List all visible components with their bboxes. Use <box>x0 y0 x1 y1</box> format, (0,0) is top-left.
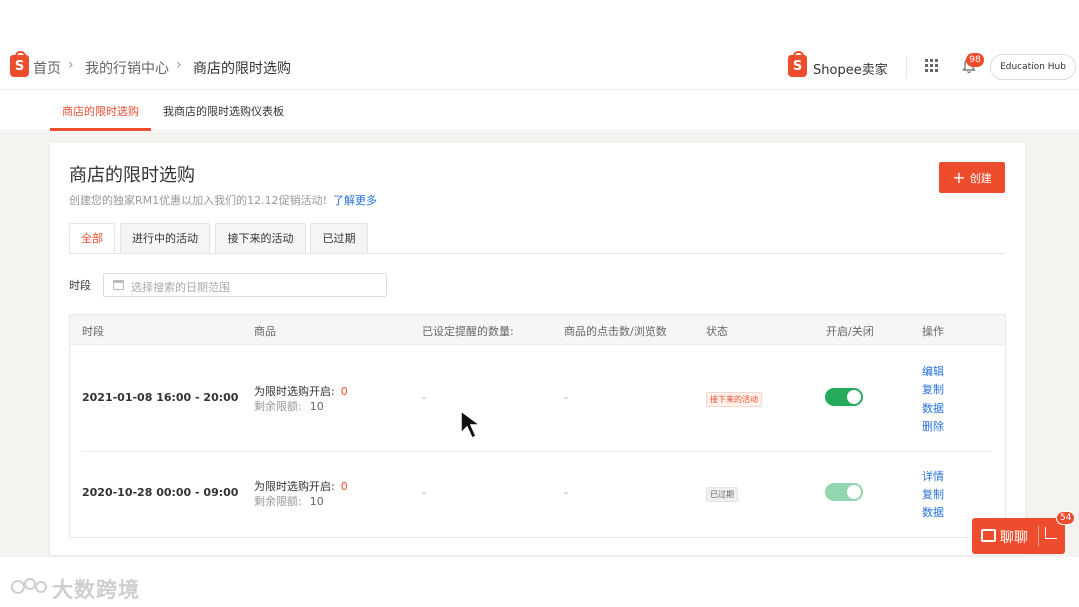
column-header: 开启/关闭 <box>826 325 874 338</box>
row-remaining: 剩余限额: 10 <box>254 493 324 509</box>
chevron-right-icon: › <box>68 57 74 73</box>
edit-link[interactable]: 编辑 <box>922 363 944 379</box>
plus-icon: + <box>952 167 966 187</box>
filter-tab-all[interactable]: 全部 <box>69 223 115 254</box>
row-clicks: - <box>564 486 568 499</box>
seller-brand[interactable]: Shopee卖家 <box>813 59 888 78</box>
flash-sale-card: 商店的限时选购 创建您的独家RM1优惠以加入我们的12.12促销活动! 了解更多 … <box>50 143 1025 555</box>
enabled-label: 为限时选购开启: <box>254 480 335 493</box>
remaining-label: 剩余限额: <box>254 400 302 413</box>
row-period: 2021-01-08 16:00 - 20:00 <box>82 391 239 404</box>
row-reminders: - <box>422 391 426 404</box>
column-header: 操作 <box>922 325 944 338</box>
chat-badge: 54 <box>1056 511 1076 525</box>
row-divider <box>82 451 992 452</box>
toggle-knob <box>847 390 861 404</box>
notification-badge: 98 <box>966 53 984 67</box>
page-title: 商店的限时选购 <box>69 165 195 186</box>
calendar-icon <box>113 280 124 290</box>
learn-more-link[interactable]: 了解更多 <box>333 194 377 207</box>
watermark: 大数跨境 <box>10 571 145 603</box>
remaining-label: 剩余限额: <box>254 495 302 508</box>
row-enabled: 为限时选购开启: 0 <box>254 478 348 494</box>
data-link[interactable]: 数据 <box>922 400 944 416</box>
filter-tab-upcoming[interactable]: 接下来的活动 <box>215 223 306 254</box>
status-badge: 接下来的活动 <box>706 392 762 407</box>
sub-navigation: 商店的限时选购 我商店的限时选购仪表板 <box>0 91 1079 131</box>
column-header: 商品 <box>254 325 276 338</box>
promo-description: 创建您的独家RM1优惠以加入我们的12.12促销活动! <box>69 194 328 207</box>
column-header: 时段 <box>82 325 104 338</box>
expand-icon[interactable] <box>1045 527 1057 539</box>
chat-label: 聊聊 <box>1000 530 1028 546</box>
breadcrumb-current: 商店的限时选购 <box>193 61 291 77</box>
delete-link[interactable]: 删除 <box>922 418 944 434</box>
column-header: 商品的点击数/浏览数 <box>564 325 667 338</box>
shopee-seller-logo-icon[interactable]: S <box>788 51 807 77</box>
create-button[interactable]: + 创建 <box>939 162 1005 193</box>
tab-flash-sale-dashboard[interactable]: 我商店的限时选购仪表板 <box>163 103 284 119</box>
row-reminders: - <box>422 486 426 499</box>
remaining-count: 10 <box>309 495 324 508</box>
filter-tab-expired[interactable]: 已过期 <box>310 223 368 254</box>
promo-text: 创建您的独家RM1优惠以加入我们的12.12促销活动! 了解更多 <box>69 192 377 208</box>
details-link[interactable]: 详情 <box>922 468 944 484</box>
mouse-cursor-icon <box>460 409 483 440</box>
enabled-count: 0 <box>340 385 348 398</box>
date-range-input[interactable]: 选择搜索的日期范围 <box>103 273 387 297</box>
education-hub-button[interactable]: Education Hub <box>990 54 1076 80</box>
tab-flash-sale[interactable]: 商店的限时选购 <box>62 103 139 119</box>
watermark-logo-icon <box>11 578 47 594</box>
row-enabled: 为限时选购开启: 0 <box>254 383 348 399</box>
top-header: S 首页 › 我的行销中心 › 商店的限时选购 S Shopee卖家 98 Ed… <box>0 44 1079 90</box>
breadcrumb-marketing[interactable]: 我的行销中心 <box>85 58 169 78</box>
remaining-count: 10 <box>309 400 324 413</box>
row-remaining: 剩余限额: 10 <box>254 398 324 414</box>
divider <box>1038 526 1039 546</box>
active-tab-indicator <box>50 128 151 131</box>
watermark-text: 大数跨境 <box>52 578 140 602</box>
chevron-right-icon: › <box>176 57 182 73</box>
date-range-placeholder: 选择搜索的日期范围 <box>131 281 230 294</box>
breadcrumb-home[interactable]: 首页 <box>33 58 61 78</box>
data-link[interactable]: 数据 <box>922 504 944 520</box>
status-badge: 已过期 <box>706 487 738 502</box>
table-header: 时段 商品 已设定提醒的数量: 商品的点击数/浏览数 状态 开启/关闭 操作 <box>70 315 1005 345</box>
create-label: 创建 <box>969 171 992 185</box>
row-clicks: - <box>564 391 568 404</box>
row-period: 2020-10-28 00:00 - 09:00 <box>82 486 239 499</box>
enabled-count: 0 <box>340 480 348 493</box>
chat-bubble-icon <box>981 529 996 542</box>
apps-grid-icon[interactable] <box>925 59 939 73</box>
copy-link[interactable]: 复制 <box>922 381 944 397</box>
column-header: 状态 <box>706 325 728 338</box>
divider <box>906 56 907 78</box>
column-header: 已设定提醒的数量: <box>422 325 514 338</box>
flash-sale-table: 时段 商品 已设定提醒的数量: 商品的点击数/浏览数 状态 开启/关闭 操作 2… <box>69 314 1006 538</box>
toggle-knob <box>847 485 861 499</box>
copy-link[interactable]: 复制 <box>922 486 944 502</box>
period-label: 时段 <box>69 279 91 292</box>
enable-toggle[interactable] <box>825 388 863 406</box>
chat-button[interactable]: 聊聊 <box>972 518 1065 554</box>
enable-toggle[interactable] <box>825 483 863 501</box>
filter-tab-ongoing[interactable]: 进行中的活动 <box>120 223 210 254</box>
shopee-logo-icon[interactable]: S <box>10 51 29 77</box>
tab-divider <box>69 253 1005 254</box>
enabled-label: 为限时选购开启: <box>254 385 335 398</box>
